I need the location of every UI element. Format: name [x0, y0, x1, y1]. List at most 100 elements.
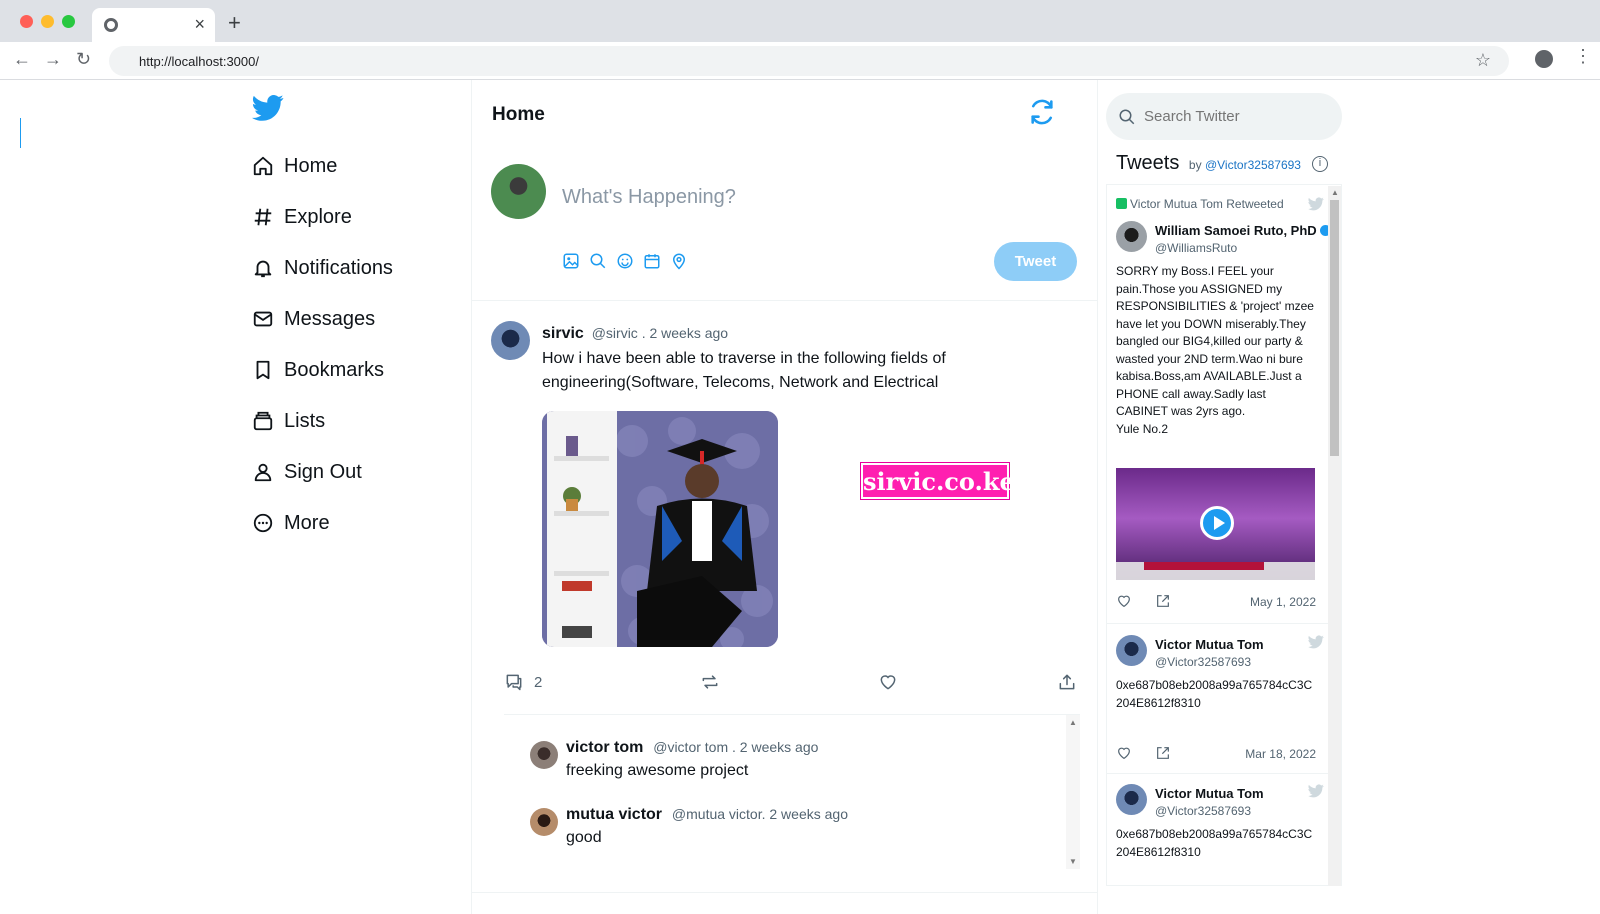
nav-home[interactable]: Home: [252, 151, 337, 181]
nav-sign-out[interactable]: Sign Out: [252, 457, 362, 487]
comment-icon: [506, 674, 522, 691]
post-avatar[interactable]: [491, 321, 530, 360]
tweet-author-avatar[interactable]: [1116, 784, 1147, 815]
maximize-window-button[interactable]: [62, 15, 75, 28]
schedule-icon[interactable]: [643, 252, 661, 270]
reply-action[interactable]: 2: [504, 672, 542, 692]
scroll-up-arrow-icon[interactable]: ▲: [1069, 718, 1077, 727]
address-bar[interactable]: http://localhost:3000/ ☆: [109, 46, 1509, 76]
nav-label: Sign Out: [284, 460, 362, 483]
nav-label: Home: [284, 154, 338, 177]
profile-icon[interactable]: [1535, 50, 1553, 68]
user-icon: [254, 463, 272, 482]
tweet-author-avatar[interactable]: [1116, 635, 1147, 666]
tweet-video[interactable]: [1116, 468, 1315, 580]
replies-panel[interactable]: victor tom @victor tom . 2 weeks ago fre…: [504, 714, 1080, 869]
tweet-text: 0xe687b08eb2008a99a765784cC3C204E8612f83…: [1116, 678, 1313, 710]
forward-icon[interactable]: →: [44, 49, 62, 70]
play-icon[interactable]: [1200, 506, 1234, 540]
nav-messages[interactable]: Messages: [252, 304, 375, 334]
timeline-scrollbar[interactable]: ▲: [1328, 186, 1341, 886]
tweet-date[interactable]: Mar 18, 2022: [1245, 747, 1316, 761]
like-action[interactable]: [878, 672, 898, 692]
reply-author-name[interactable]: victor tom: [566, 739, 643, 756]
close-tab-icon[interactable]: ×: [194, 14, 205, 35]
twitter-bird-icon[interactable]: [1308, 197, 1324, 211]
heart-icon: [880, 675, 896, 690]
embedded-timeline[interactable]: Victor Mutua Tom Retweeted William Samoe…: [1106, 184, 1342, 886]
reply-avatar[interactable]: [530, 741, 558, 769]
nav-label: Bookmarks: [284, 358, 385, 381]
post-author-name[interactable]: sirvic: [542, 325, 584, 342]
nav-explore[interactable]: Explore: [252, 202, 352, 232]
tweet-author-name[interactable]: William Samoei Ruto, PhD: [1155, 223, 1332, 238]
tweet-divider: [1107, 623, 1341, 624]
image-icon[interactable]: [562, 252, 580, 270]
retweet-action[interactable]: [700, 672, 720, 692]
tweet-author-handle[interactable]: @Victor32587693: [1155, 804, 1251, 818]
scroll-up-arrow-icon[interactable]: ▲: [1331, 188, 1339, 197]
search-gif-icon[interactable]: [589, 252, 607, 270]
bell-icon: [254, 260, 272, 278]
compose-input[interactable]: What's Happening?: [562, 186, 736, 209]
share-icon[interactable]: [1155, 745, 1171, 761]
back-icon[interactable]: ←: [13, 49, 31, 70]
info-icon[interactable]: i: [1312, 156, 1328, 172]
hashtag-icon: [254, 208, 272, 226]
browser-menu-icon[interactable]: ⋮: [1574, 46, 1592, 67]
refresh-icon[interactable]: [1028, 98, 1056, 126]
tweet-text: SORRY my Boss.I FEEL your pain.Those you…: [1116, 264, 1314, 436]
tweet-author-avatar[interactable]: [1116, 221, 1147, 252]
new-tab-button[interactable]: +: [228, 10, 241, 36]
compose-toolbar: [562, 252, 688, 270]
reply-meta: @mutua victor. 2 weeks ago: [671, 806, 848, 822]
search-input[interactable]: [1144, 108, 1324, 125]
retweeted-by-text: Victor Mutua Tom Retweeted: [1130, 197, 1284, 211]
tweet-author-handle[interactable]: @WilliamsRuto: [1155, 241, 1237, 255]
nav-notifications[interactable]: Notifications: [252, 253, 393, 283]
timeline-handle-link[interactable]: @Victor32587693: [1205, 158, 1301, 172]
list-icon: [253, 411, 273, 431]
tweet-date[interactable]: May 1, 2022: [1250, 595, 1316, 609]
heart-icon[interactable]: [1116, 745, 1132, 761]
twitter-bird-icon[interactable]: [1308, 784, 1324, 798]
mail-icon: [253, 311, 273, 327]
twitter-logo-icon[interactable]: [252, 94, 284, 122]
minimize-window-button[interactable]: [41, 15, 54, 28]
reply-avatar[interactable]: [530, 808, 558, 836]
reply-text: freeking awesome project: [566, 762, 749, 779]
more-icon: [253, 513, 273, 533]
timeline-title: Tweets: [1116, 152, 1180, 174]
nav-label: Explore: [284, 205, 352, 228]
replies-scrollbar[interactable]: ▲ ▼: [1066, 715, 1080, 869]
share-action[interactable]: [1057, 672, 1077, 692]
emoji-icon[interactable]: [616, 252, 634, 270]
post-divider: [472, 892, 1097, 893]
nav-lists[interactable]: Lists: [252, 406, 325, 436]
post-image[interactable]: [542, 411, 778, 647]
tweet-author-name[interactable]: Victor Mutua Tom: [1155, 637, 1264, 652]
nav-label: Notifications: [284, 256, 393, 279]
chrome-icon: [104, 18, 118, 32]
tweet-button[interactable]: Tweet: [994, 242, 1077, 281]
tweet-author-handle[interactable]: @Victor32587693: [1155, 655, 1251, 669]
nav-more[interactable]: More: [252, 508, 330, 538]
browser-tab[interactable]: ×: [92, 8, 215, 42]
scroll-down-arrow-icon[interactable]: ▼: [1069, 857, 1077, 866]
nav-bookmarks[interactable]: Bookmarks: [252, 355, 384, 385]
location-icon[interactable]: [670, 252, 688, 270]
twitter-bird-icon[interactable]: [1308, 635, 1324, 649]
reply-author-name[interactable]: mutua victor: [566, 806, 662, 823]
close-window-button[interactable]: [20, 15, 33, 28]
feed-right-border: [1097, 80, 1098, 914]
search-box[interactable]: [1106, 93, 1342, 140]
scrollbar-thumb[interactable]: [1330, 200, 1339, 456]
heart-icon[interactable]: [1116, 593, 1132, 609]
timeline-header: Tweets by @Victor32587693: [1116, 152, 1301, 175]
share-icon[interactable]: [1155, 593, 1171, 609]
tweet-author-name[interactable]: Victor Mutua Tom: [1155, 786, 1264, 801]
retweet-label: Victor Mutua Tom Retweeted: [1116, 197, 1284, 211]
bookmark-star-icon[interactable]: ☆: [1475, 50, 1491, 71]
reply-header: victor tom @victor tom . 2 weeks ago: [566, 739, 818, 757]
reload-icon[interactable]: ↻: [76, 49, 91, 70]
